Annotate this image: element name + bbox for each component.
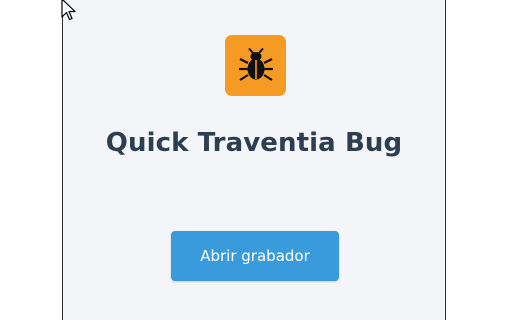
app-logo [225,35,286,96]
app-title: Quick Traventia Bug [105,128,403,158]
bug-icon [238,47,273,81]
open-recorder-button[interactable]: Abrir grabador [171,231,339,281]
mouse-cursor-icon [61,0,76,21]
extension-popup: Quick Traventia Bug Abrir grabador [62,0,446,320]
